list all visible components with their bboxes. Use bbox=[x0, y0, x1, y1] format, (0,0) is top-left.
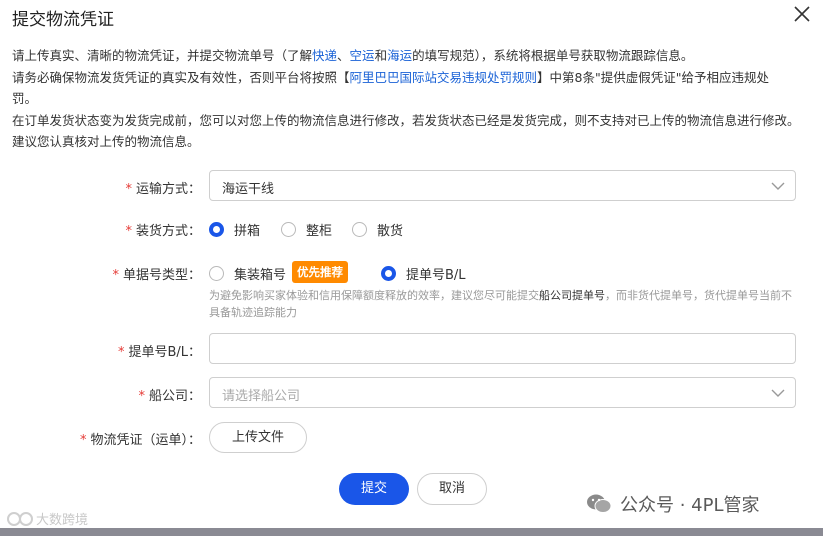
link-sea[interactable]: 海运 bbox=[387, 48, 412, 63]
radio-bl-number[interactable]: 提单号B/L bbox=[381, 264, 466, 283]
link-express[interactable]: 快递 bbox=[312, 48, 337, 63]
label-text: 运输方式： bbox=[135, 182, 201, 197]
label-voucher: * 物流凭证（运单）： bbox=[80, 429, 201, 448]
radio-fcl[interactable]: 整柜 bbox=[281, 220, 332, 239]
link-air[interactable]: 空运 bbox=[350, 48, 375, 63]
doc-type-hint: 为避免影响买家体验和信用保障额度释放的效率，建议您尽可能提交船公司提单号，而非货… bbox=[209, 287, 799, 321]
submit-button[interactable]: 提交 bbox=[339, 473, 409, 505]
notice-line1-post: 的填写规范），系统将根据单号获取物流跟踪信息。 bbox=[412, 48, 694, 63]
close-icon[interactable] bbox=[791, 3, 813, 25]
required-mark: * bbox=[117, 345, 125, 360]
radio-bulk[interactable]: 散货 bbox=[352, 220, 403, 239]
label-bl-number: * 提单号B/L： bbox=[118, 341, 201, 360]
shipping-method-value: 海运干线 bbox=[222, 182, 275, 197]
required-mark: * bbox=[125, 224, 132, 239]
upload-file-button[interactable]: 上传文件 bbox=[209, 422, 307, 453]
chevron-down-icon bbox=[771, 389, 785, 397]
notice-text: 请上传真实、清晰的物流凭证，并提交物流单号（了解快递、空运和海运的填写规范），系… bbox=[12, 45, 802, 153]
wechat-icon bbox=[587, 494, 612, 513]
bottom-bar bbox=[0, 528, 823, 536]
shipping-company-select[interactable]: 请选择船公司 bbox=[209, 377, 796, 408]
radio-container-number[interactable]: 集装箱号 bbox=[209, 264, 286, 283]
radio-circle bbox=[381, 266, 396, 281]
shipping-method-select[interactable]: 海运干线 bbox=[209, 170, 796, 201]
label-text: 提单号B/L： bbox=[128, 345, 201, 360]
label-shipping-method: * 运输方式： bbox=[125, 178, 201, 197]
hint-emphasis: 船公司提单号 bbox=[539, 289, 605, 302]
notice-line3: 在订单发货状态变为发货完成前，您可以对您上传的物流信息进行修改，若发货状态已经是… bbox=[12, 112, 800, 150]
label-text: 装货方式： bbox=[135, 224, 201, 239]
required-mark: * bbox=[112, 268, 119, 283]
watermark-left-text: 大数跨境 bbox=[36, 513, 89, 528]
label-text: 船公司： bbox=[148, 389, 201, 404]
recommended-badge: 优先推荐 bbox=[292, 261, 348, 283]
radio-lcl[interactable]: 拼箱 bbox=[209, 220, 260, 239]
label-loading-method: * 装货方式： bbox=[125, 220, 201, 239]
hint-text: 为避免影响买家体验和信用保障额度释放的效率，建议您尽可能提交 bbox=[209, 289, 539, 302]
radio-label: 提单号B/L bbox=[406, 268, 466, 283]
required-mark: * bbox=[125, 182, 132, 197]
radio-circle bbox=[209, 222, 224, 237]
radio-label: 整柜 bbox=[306, 224, 333, 239]
label-text: 单据号类型： bbox=[122, 268, 201, 283]
link-violation-rules[interactable]: 阿里巴巴国际站交易违规处罚规则 bbox=[350, 70, 538, 85]
chevron-down-icon bbox=[771, 182, 785, 190]
radio-label: 拼箱 bbox=[234, 224, 261, 239]
watermark-left: 大数跨境 bbox=[6, 509, 88, 528]
label-shipping-company: * 船公司： bbox=[138, 385, 201, 404]
notice-line1-pre: 请上传真实、清晰的物流凭证，并提交物流单号（了解 bbox=[12, 48, 313, 63]
radio-label: 散货 bbox=[377, 224, 404, 239]
bl-number-input[interactable] bbox=[209, 333, 796, 364]
watermark-right: 公众号 · 4PL管家 bbox=[586, 491, 760, 517]
watermark-logo-icon bbox=[7, 511, 33, 526]
cancel-button[interactable]: 取消 bbox=[417, 473, 487, 505]
dialog-header: 提交物流凭证 bbox=[0, 0, 823, 34]
shipping-company-placeholder: 请选择船公司 bbox=[222, 389, 301, 404]
notice-and: 和 bbox=[374, 48, 388, 63]
radio-circle bbox=[352, 222, 367, 237]
required-mark: * bbox=[138, 389, 145, 404]
radio-circle bbox=[209, 266, 224, 281]
dialog-title: 提交物流凭证 bbox=[12, 10, 114, 30]
required-mark: * bbox=[79, 433, 87, 448]
watermark-right-text: 公众号 · 4PL管家 bbox=[620, 495, 760, 516]
label-doc-type: * 单据号类型： bbox=[112, 264, 201, 283]
label-text: 物流凭证（运单）： bbox=[90, 433, 201, 448]
notice-line2-pre: 请务必确保物流发货凭证的真实及有效性，否则平台将按照【 bbox=[12, 69, 350, 85]
notice-sep: 、 bbox=[337, 48, 350, 63]
radio-circle bbox=[281, 222, 296, 237]
radio-label: 集装箱号 bbox=[234, 268, 287, 283]
